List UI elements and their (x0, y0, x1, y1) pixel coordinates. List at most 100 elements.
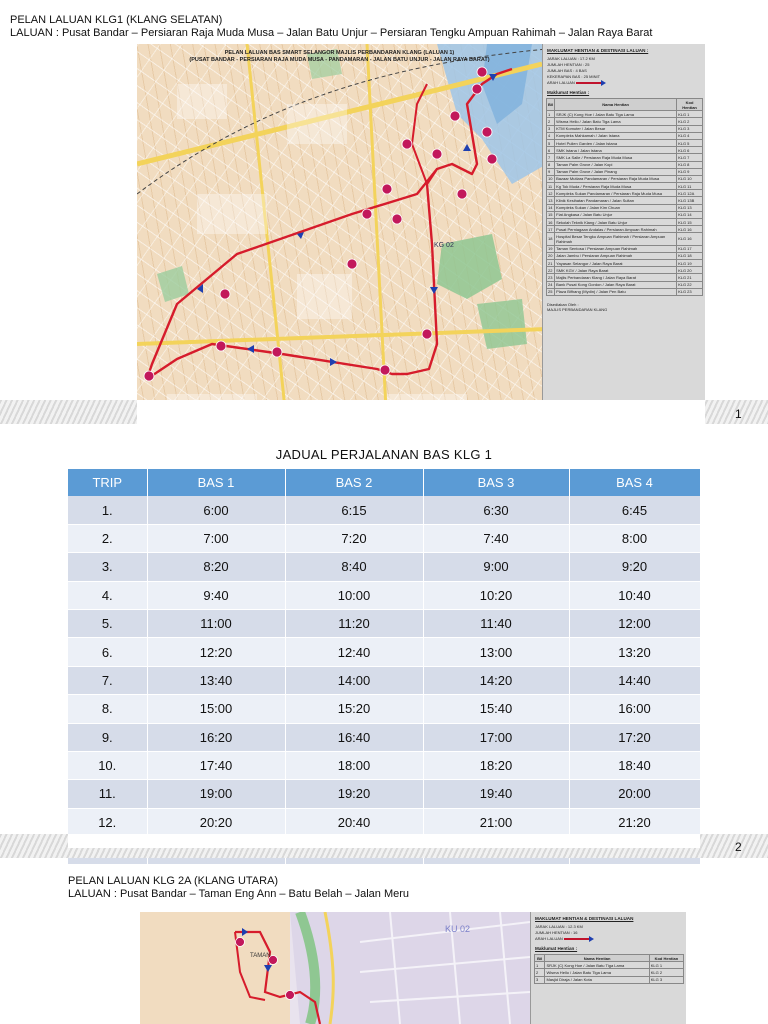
stop-no: 6 (545, 146, 556, 155)
stop-row: 1 SRJK (C) Kong Hoe / Jalan Batu Tiga Lam… (533, 961, 685, 970)
route2-map-graphics: TAMAN KU 02 (140, 912, 530, 1024)
departure-time: 17:00 (423, 723, 570, 752)
table-row: 6. 12:20 12:40 13:00 13:20 (68, 637, 701, 667)
stop-row: 13 Klinik Kesihatan Pandamaran / Jalan Su… (545, 196, 703, 205)
stop-code: KLG 13B (676, 196, 703, 205)
trip-number: 9. (68, 723, 148, 752)
stop-name: Bazaar Mutiara Pandamaran / Persiaran Ra… (554, 174, 678, 184)
stop-no: 16 (545, 217, 556, 227)
stop-row: 16 Sekolah Teknik Klang / Jalan Batu Unju… (545, 217, 703, 227)
departure-time: 21:20 (569, 808, 701, 838)
stop-no: 14 (545, 203, 556, 212)
legend2-direction: ARAH LALUAN (535, 936, 683, 942)
stop-code: KLG 16 (676, 232, 703, 246)
legend-direction-label: ARAH LALUAN (547, 80, 575, 86)
stop-code: KLG 18 (676, 251, 703, 260)
departure-time: 20:40 (285, 808, 424, 838)
stop-no: 11 (545, 182, 556, 191)
route2-legend: MAKLUMAT HENTIAN & DESTINASI LALUAN JARA… (530, 912, 686, 1024)
departure-time: 15:20 (285, 694, 424, 724)
stop-no: 13 (545, 196, 556, 205)
stop-name: Wisma Hello / Jalan Batu Tiga Lama (544, 968, 650, 977)
stop-row: 20 Jalan Jambu / Persiaran Ampuan Rahimah… (545, 251, 703, 260)
legend2-stops-count: JUMLAH HENTIAN : 16 (535, 930, 578, 935)
stop-no: 10 (545, 174, 556, 184)
stop-row: 18 Hospital Besar Tengku Ampuan Rahimah /… (545, 232, 703, 246)
map-title-line1: PELAN LALUAN BAS SMART SELANGOR MAJLIS P… (224, 50, 455, 56)
stop-no: 2 (545, 117, 556, 126)
departure-time: 10:00 (285, 581, 424, 610)
departure-time: 20:00 (569, 779, 701, 809)
departure-time: 14:20 (423, 666, 570, 696)
header-bus: BAS 4 (569, 469, 701, 497)
departure-time: 12:20 (147, 637, 286, 667)
departure-time: 16:00 (569, 694, 701, 724)
stop-row: 2 Wisma Hello / Jalan Batu Tiga Lama KLG 2 (533, 968, 685, 977)
stop-code: KLG 23 (676, 287, 703, 296)
trip-number: 8. (68, 694, 148, 724)
stop-no: 21 (545, 258, 556, 268)
stop-no: 18 (545, 232, 556, 246)
stop-name: Yayasan Selangor / Jalan Raya Barat (554, 258, 678, 268)
stop-row: 23 Majlis Perbandaran Klang / Jalan Raya … (545, 273, 703, 282)
trip-number: 3. (68, 552, 148, 582)
route2-map: TAMAN KU 02 MAKLUMAT HENTIAN & DESTINASI… (140, 912, 686, 1024)
departure-time: 6:30 (423, 496, 570, 525)
stop-row: 12 Kompleks Sukan Pandamaran / Persiaran … (545, 189, 703, 198)
stop-no: 22 (545, 266, 556, 275)
route1-legend: MAKLUMAT HENTIAN & DESTINASI LALUAN : JA… (542, 44, 705, 428)
prepared-by-org: MAJLIS PERBANDARAN KLANG (547, 306, 608, 312)
route1-map-graphics: KG 02 (137, 44, 547, 428)
route1-title: PELAN LALUAN KLG1 (KLANG SELATAN) (10, 14, 223, 26)
table-row: 5. 11:00 11:20 11:40 12:00 (68, 609, 701, 639)
col-code: Kod Hentian (676, 97, 703, 112)
stop-name: Kompleks Sukan Pandamaran / Persiaran Ra… (554, 189, 678, 198)
departure-time: 18:40 (569, 751, 701, 781)
departure-time: 10:40 (569, 581, 701, 610)
stop-code: KLG 12A (676, 189, 703, 198)
stop-name: Majlis Perbandaran Klang / Jalan Raya Ba… (554, 273, 678, 282)
stop-code: KLG 2 (676, 117, 703, 126)
stop-row: 4 Kompleks Mahkamah / Jalan Istana KLG 4 (545, 131, 703, 140)
departure-time: 7:40 (423, 524, 570, 554)
table-row: 8. 15:00 15:20 15:40 16:00 (68, 694, 701, 724)
departure-time: 19:00 (147, 779, 286, 809)
table-row: 2. 7:00 7:20 7:40 8:00 (68, 524, 701, 554)
stop-no: 20 (545, 251, 556, 260)
stop-code: KLG 1 (648, 961, 685, 970)
route1-map: KG 02 PELAN LALUAN BAS SMART SELANGOR MA… (137, 44, 705, 428)
trip-number: 12. (68, 808, 148, 838)
legend-stops-count: JUMLAH HENTIAN : 25 (547, 62, 590, 67)
stop-no: 19 (545, 244, 556, 253)
stop-row: 1 SRJK (C) Kong Hoe / Jalan Batu Tiga Lam… (545, 110, 703, 119)
stop-name: Kg Tok Muda / Persiaran Raja Muda Musa (554, 182, 678, 191)
stop-code: KLG 15 (676, 217, 703, 227)
stop-name: Jalan Jambu / Persiaran Ampuan Rahimah (554, 251, 678, 260)
departure-time: 12:40 (285, 637, 424, 667)
col-name: Nama Hentian (544, 953, 650, 963)
stop-name: Kompleks Sukan / Jalan Kim Chuan (554, 203, 678, 212)
legend2-direction-label: ARAH LALUAN (535, 936, 563, 942)
stop-name: Pusat Perniagaan Andalas / Persiaran Amp… (554, 225, 678, 234)
route2-title: PELAN LALUAN KLG 2A (KLANG UTARA) (68, 875, 279, 887)
stop-code: KLG 5 (676, 138, 703, 148)
departure-time: 11:20 (285, 609, 424, 639)
page-number-2: 2 (735, 840, 742, 854)
departure-time: 7:20 (285, 524, 424, 554)
map-title: PELAN LALUAN BAS SMART SELANGOR MAJLIS P… (137, 50, 542, 64)
departure-time: 11:40 (423, 609, 570, 639)
departure-time: 14:40 (569, 666, 701, 696)
table-row: 7. 13:40 14:00 14:20 14:40 (68, 666, 701, 696)
route1-stops-table: Bil Nama Hentian Kod Hentian 1 SRJK (C) K… (545, 97, 703, 296)
stop-code: KLG 20 (676, 266, 703, 275)
header-bus: BAS 2 (285, 469, 424, 497)
departure-time: 17:20 (569, 723, 701, 752)
stop-row: 17 Pusat Perniagaan Andalas / Persiaran A… (545, 225, 703, 234)
stop-code: KLG 4 (676, 131, 703, 140)
stop-no: 15 (545, 210, 556, 220)
departure-time: 15:40 (423, 694, 570, 724)
table-row: 4. 9:40 10:00 10:20 10:40 (68, 581, 701, 610)
departure-time: 12:00 (569, 609, 701, 639)
direction-arrow-icon (563, 936, 594, 942)
stop-row: 8 Taman Palm Grove / Jalan Kopi KLG 8 (545, 160, 703, 169)
